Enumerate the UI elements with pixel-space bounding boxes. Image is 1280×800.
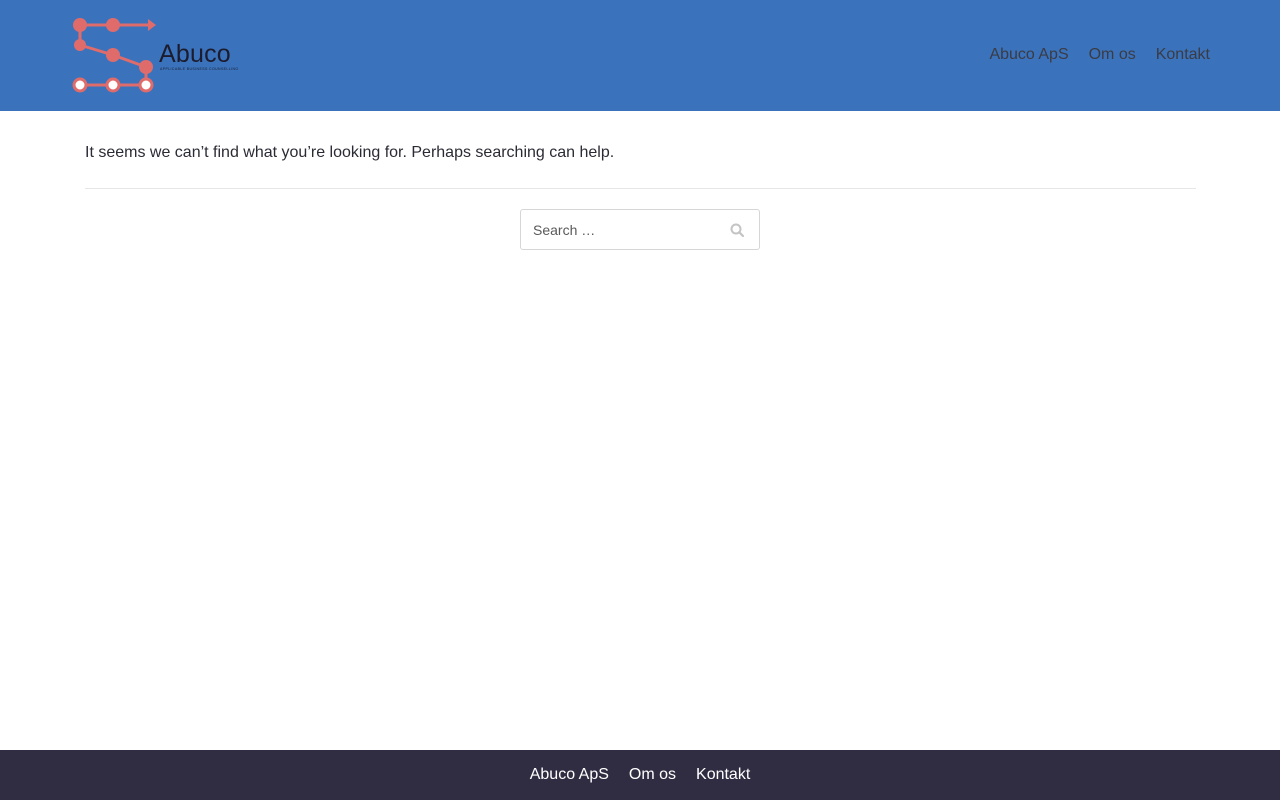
logo-mark-icon xyxy=(72,18,156,93)
footer-nav-item: Abuco ApS xyxy=(530,765,609,785)
nav-item: Om os xyxy=(1089,45,1136,65)
site-header: Abuco APPLICABLE BUSINESS COUNSELLING Ab… xyxy=(0,0,1280,111)
primary-nav: Abuco ApS Om os Kontakt xyxy=(989,45,1210,65)
footer-link-om-os[interactable]: Om os xyxy=(629,766,676,783)
nav-item: Abuco ApS xyxy=(989,45,1068,65)
footer-nav: Abuco ApS Om os Kontakt xyxy=(0,765,1280,785)
nav-link-kontakt[interactable]: Kontakt xyxy=(1156,46,1210,63)
footer-nav-item: Kontakt xyxy=(696,765,750,785)
nav-item: Kontakt xyxy=(1156,45,1210,65)
site-logo[interactable]: Abuco APPLICABLE BUSINESS COUNSELLING xyxy=(68,15,243,97)
divider xyxy=(85,188,1196,189)
footer-link-kontakt[interactable]: Kontakt xyxy=(696,766,750,783)
search-form xyxy=(520,209,760,250)
site-footer: Abuco ApS Om os Kontakt xyxy=(0,750,1280,800)
footer-link-abuco-aps[interactable]: Abuco ApS xyxy=(530,766,609,783)
search-input[interactable] xyxy=(521,210,711,249)
search-button[interactable] xyxy=(715,210,759,249)
nav-link-abuco-aps[interactable]: Abuco ApS xyxy=(989,46,1068,63)
footer-nav-item: Om os xyxy=(629,765,676,785)
logo-tagline: APPLICABLE BUSINESS COUNSELLING xyxy=(160,67,239,71)
search-icon xyxy=(730,223,744,237)
nav-link-om-os[interactable]: Om os xyxy=(1089,46,1136,63)
logo-name: Abuco xyxy=(159,40,231,68)
not-found-message: It seems we can’t find what you’re looki… xyxy=(85,144,615,161)
main-content: It seems we can’t find what you’re looki… xyxy=(85,143,1196,189)
